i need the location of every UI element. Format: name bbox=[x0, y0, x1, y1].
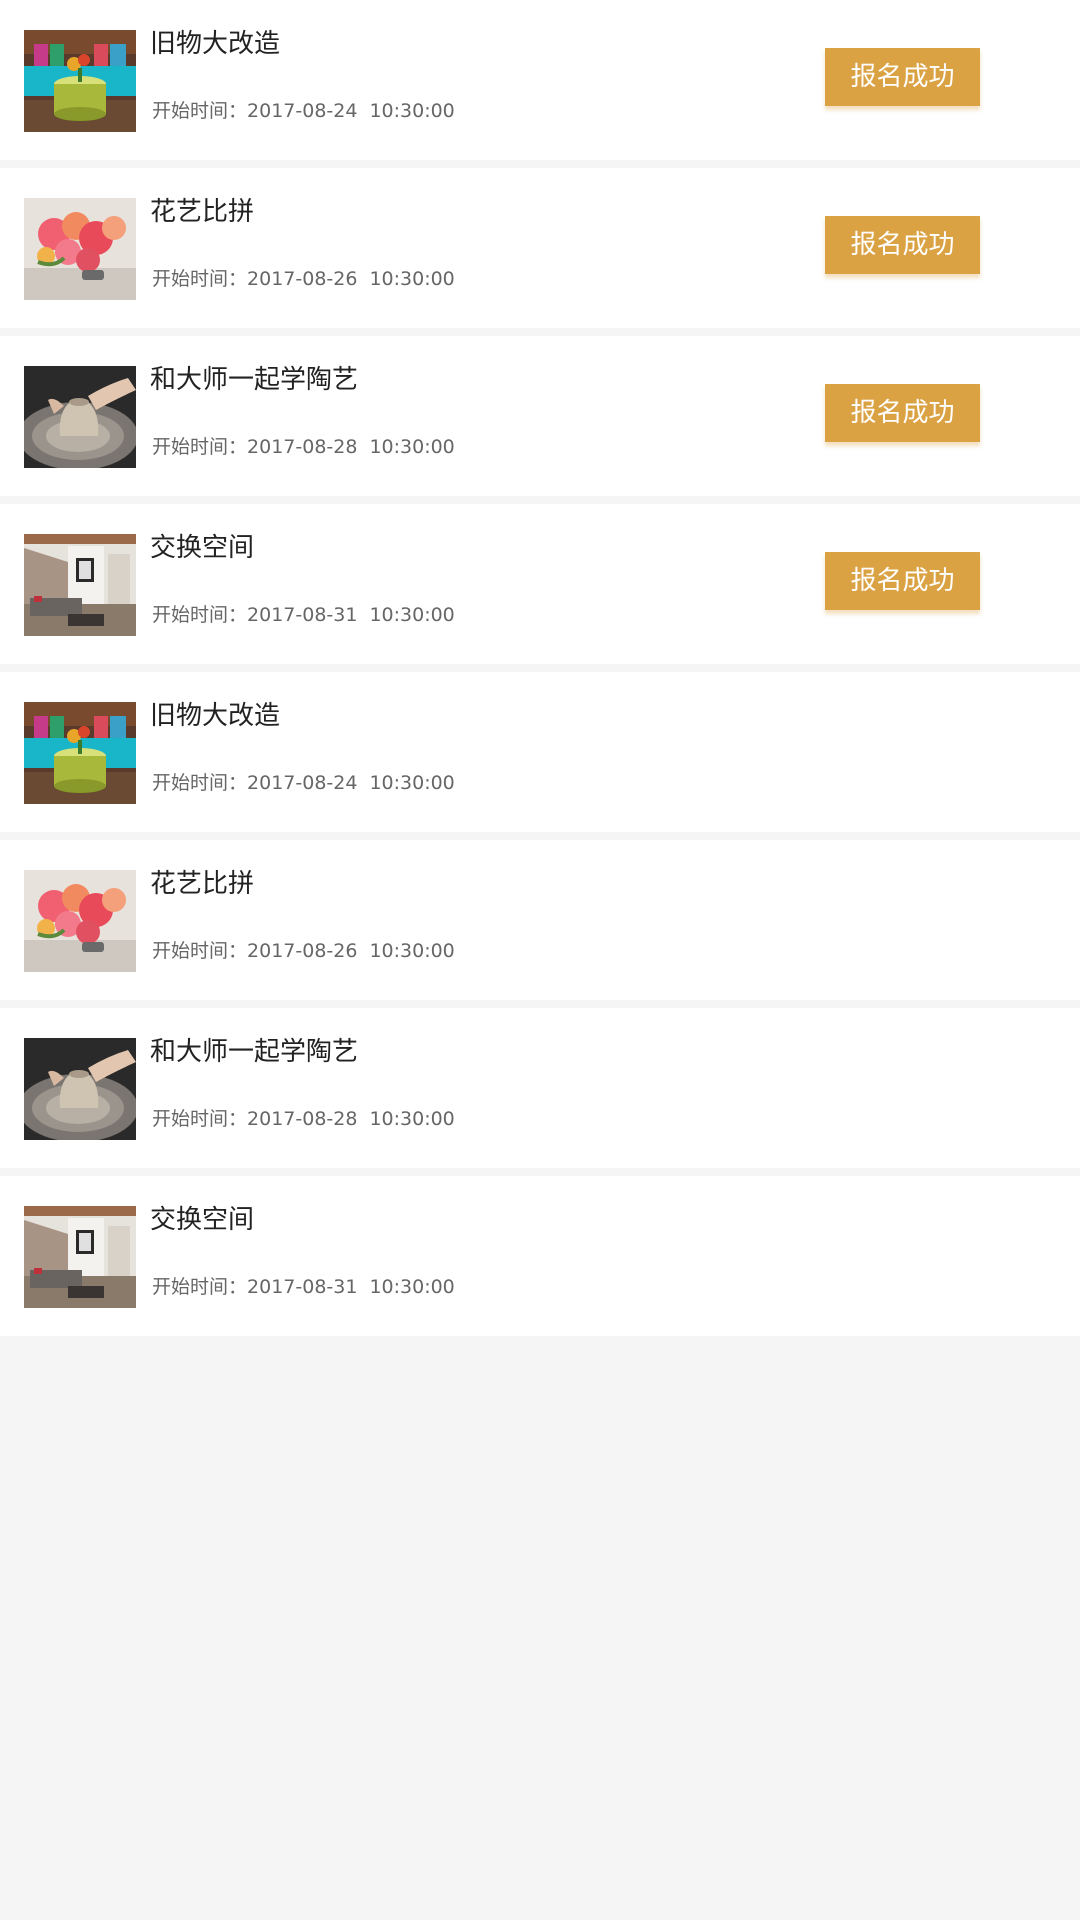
activity-start-time: 开始时间：2017-08-31 10:30:00 bbox=[152, 1272, 455, 1302]
start-date: 2017-08-28 bbox=[247, 1108, 358, 1130]
activity-row[interactable]: 和大师一起学陶艺开始时间：2017-08-28 10:30:00 bbox=[0, 1008, 1080, 1168]
activity-row[interactable]: 交换空间开始时间：2017-08-31 10:30:00 报名成功 bbox=[0, 504, 1080, 664]
start-date: 2017-08-31 bbox=[247, 1276, 358, 1298]
living-room-image bbox=[24, 702, 136, 804]
start-date: 2017-08-26 bbox=[247, 268, 358, 290]
activity-start-time: 开始时间：2017-08-24 10:30:00 bbox=[152, 96, 455, 126]
pottery-wheel-image bbox=[24, 1038, 136, 1140]
start-clock: 10:30:00 bbox=[369, 1108, 455, 1130]
activity-thumbnail[interactable] bbox=[24, 198, 136, 300]
activity-title: 花艺比拼 bbox=[150, 869, 255, 899]
start-date: 2017-08-26 bbox=[247, 940, 358, 962]
registration-success-button[interactable]: 报名成功 bbox=[825, 552, 980, 610]
start-clock: 10:30:00 bbox=[369, 268, 455, 290]
activity-row[interactable]: 和大师一起学陶艺开始时间：2017-08-28 10:30:00 报名成功 bbox=[0, 336, 1080, 496]
activity-start-time: 开始时间：2017-08-26 10:30:00 bbox=[152, 936, 455, 966]
activity-title: 和大师一起学陶艺 bbox=[150, 365, 359, 395]
activity-start-time: 开始时间：2017-08-26 10:30:00 bbox=[152, 264, 455, 294]
flower-bouquet-image bbox=[24, 198, 136, 300]
start-clock: 10:30:00 bbox=[369, 772, 455, 794]
start-clock: 10:30:00 bbox=[369, 100, 455, 122]
activity-thumbnail[interactable] bbox=[24, 366, 136, 468]
activity-row[interactable]: 旧物大改造开始时间：2017-08-24 10:30:00 bbox=[0, 672, 1080, 832]
start-clock: 10:30:00 bbox=[369, 940, 455, 962]
registration-success-button[interactable]: 报名成功 bbox=[825, 384, 980, 442]
activity-row[interactable]: 花艺比拼开始时间：2017-08-26 10:30:00 bbox=[0, 840, 1080, 1000]
activity-start-time: 开始时间：2017-08-31 10:30:00 bbox=[152, 600, 455, 630]
registration-success-button[interactable]: 报名成功 bbox=[825, 216, 980, 274]
activity-title: 交换空间 bbox=[150, 533, 255, 563]
start-date: 2017-08-24 bbox=[247, 772, 358, 794]
start-clock: 10:30:00 bbox=[369, 1276, 455, 1298]
start-date: 2017-08-31 bbox=[247, 604, 358, 626]
interior-room-image bbox=[24, 534, 136, 636]
activity-thumbnail[interactable] bbox=[24, 1206, 136, 1308]
living-room-image bbox=[24, 30, 136, 132]
activity-title: 交换空间 bbox=[150, 1205, 255, 1235]
start-clock: 10:30:00 bbox=[369, 604, 455, 626]
start-time-label: 开始时间： bbox=[152, 436, 248, 458]
activity-thumbnail[interactable] bbox=[24, 1038, 136, 1140]
start-date: 2017-08-28 bbox=[247, 436, 358, 458]
activity-start-time: 开始时间：2017-08-28 10:30:00 bbox=[152, 432, 455, 462]
start-time-label: 开始时间： bbox=[152, 772, 248, 794]
activity-row[interactable]: 花艺比拼开始时间：2017-08-26 10:30:00 报名成功 bbox=[0, 168, 1080, 328]
activity-start-time: 开始时间：2017-08-28 10:30:00 bbox=[152, 1104, 455, 1134]
start-time-label: 开始时间： bbox=[152, 1108, 248, 1130]
activity-start-time: 开始时间：2017-08-24 10:30:00 bbox=[152, 768, 455, 798]
activity-thumbnail[interactable] bbox=[24, 534, 136, 636]
start-time-label: 开始时间： bbox=[152, 100, 248, 122]
activity-list: 旧物大改造 开始时间：2017-08-24 10:30:00 报名成功 花艺比拼 开始时… bbox=[0, 0, 1080, 1344]
start-time-label: 开始时间： bbox=[152, 940, 248, 962]
start-clock: 10:30:00 bbox=[369, 436, 455, 458]
activity-thumbnail[interactable] bbox=[24, 30, 136, 132]
activity-thumbnail[interactable] bbox=[24, 702, 136, 804]
activity-title: 和大师一起学陶艺 bbox=[150, 1037, 359, 1067]
activity-title: 旧物大改造 bbox=[150, 701, 281, 731]
activity-thumbnail[interactable] bbox=[24, 870, 136, 972]
start-date: 2017-08-24 bbox=[247, 100, 358, 122]
registration-success-button[interactable]: 报名成功 bbox=[825, 48, 980, 106]
pottery-wheel-image bbox=[24, 366, 136, 468]
activity-row[interactable]: 交换空间开始时间：2017-08-31 10:30:00 bbox=[0, 1176, 1080, 1336]
start-time-label: 开始时间： bbox=[152, 604, 248, 626]
start-time-label: 开始时间： bbox=[152, 1276, 248, 1298]
flower-bouquet-image bbox=[24, 870, 136, 972]
activity-title: 旧物大改造 bbox=[150, 29, 281, 59]
start-time-label: 开始时间： bbox=[152, 268, 248, 290]
activity-title: 花艺比拼 bbox=[150, 197, 255, 227]
activity-row[interactable]: 旧物大改造开始时间：2017-08-24 10:30:00 报名成功 bbox=[0, 0, 1080, 160]
interior-room-image bbox=[24, 1206, 136, 1308]
